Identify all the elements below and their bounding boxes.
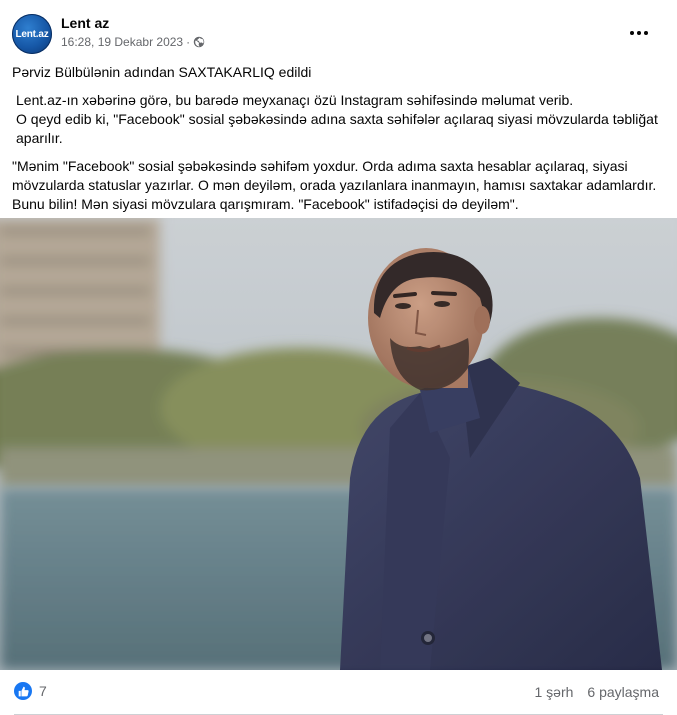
avatar-logo-text: Lent.az — [15, 28, 49, 40]
post-footer: 7 1 şərh 6 paylaşma — [0, 672, 677, 715]
facebook-post: Lent.az Lent az 16:28, 19 Dekabr 2023 · … — [0, 0, 677, 715]
post-photo[interactable] — [0, 218, 677, 670]
post-meta: 16:28, 19 Dekabr 2023 · — [61, 35, 205, 49]
comments-count-link[interactable]: 1 şərh — [534, 684, 573, 700]
post-paragraph-1: Lent.az-ın xəbərinə görə, bu barədə meyx… — [16, 92, 658, 146]
meta-separator: · — [186, 35, 191, 49]
post-timestamp[interactable]: 16:28, 19 Dekabr 2023 — [61, 35, 183, 49]
more-options-icon[interactable] — [627, 21, 651, 45]
portrait-image — [0, 218, 677, 670]
reactions-summary[interactable]: 7 — [14, 682, 47, 700]
post-text: Pərviz Bülbülənin adından SAXTAKARLIQ ed… — [12, 63, 665, 214]
reaction-count: 7 — [39, 683, 47, 699]
globe-icon — [193, 36, 205, 48]
page-avatar[interactable]: Lent.az — [12, 14, 52, 54]
page-name-link[interactable]: Lent az — [61, 15, 109, 31]
shares-count-link[interactable]: 6 paylaşma — [587, 684, 659, 700]
engagement-stats: 1 şərh 6 paylaşma — [534, 684, 659, 700]
post-header: Lent.az Lent az 16:28, 19 Dekabr 2023 · — [12, 13, 665, 57]
post-paragraph-2: "Mənim "Facebook" sosial şəbəkəsində səh… — [12, 158, 657, 212]
post-headline: Pərviz Bülbülənin adından SAXTAKARLIQ ed… — [12, 64, 312, 80]
like-icon — [14, 682, 32, 700]
